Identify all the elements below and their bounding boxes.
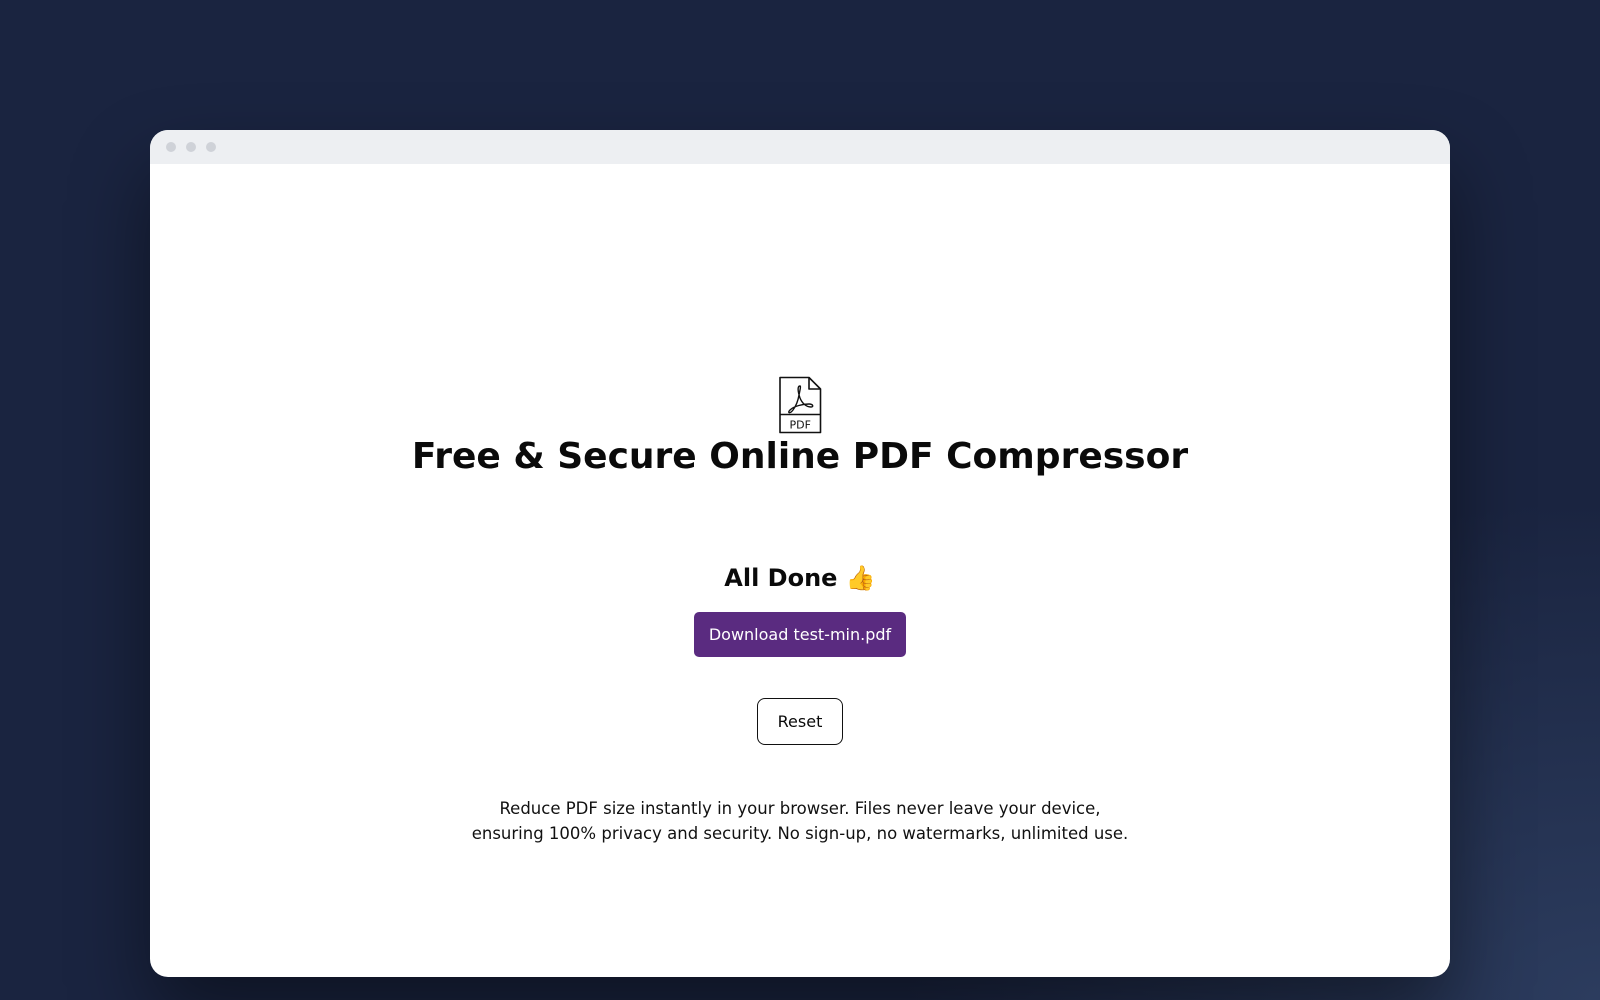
minimize-window-dot[interactable]	[186, 142, 196, 152]
reset-button[interactable]: Reset	[757, 698, 843, 745]
close-window-dot[interactable]	[166, 142, 176, 152]
page-title: Free & Secure Online PDF Compressor	[411, 436, 1189, 477]
description: Reduce PDF size instantly in your browse…	[400, 796, 1200, 846]
pdf-icon-label: PDF	[790, 419, 811, 432]
description-line-2: ensuring 100% privacy and security. No s…	[471, 824, 1129, 843]
pdf-file-icon: PDF	[779, 376, 822, 434]
status-message: All Done 👍	[724, 564, 876, 592]
window-titlebar	[150, 130, 1450, 164]
page-content: PDF Free & Secure Online PDF Compressor …	[150, 164, 1450, 977]
download-button[interactable]: Download test-min.pdf	[694, 612, 906, 657]
browser-window: PDF Free & Secure Online PDF Compressor …	[150, 130, 1450, 977]
description-line-1: Reduce PDF size instantly in your browse…	[499, 799, 1101, 818]
maximize-window-dot[interactable]	[206, 142, 216, 152]
